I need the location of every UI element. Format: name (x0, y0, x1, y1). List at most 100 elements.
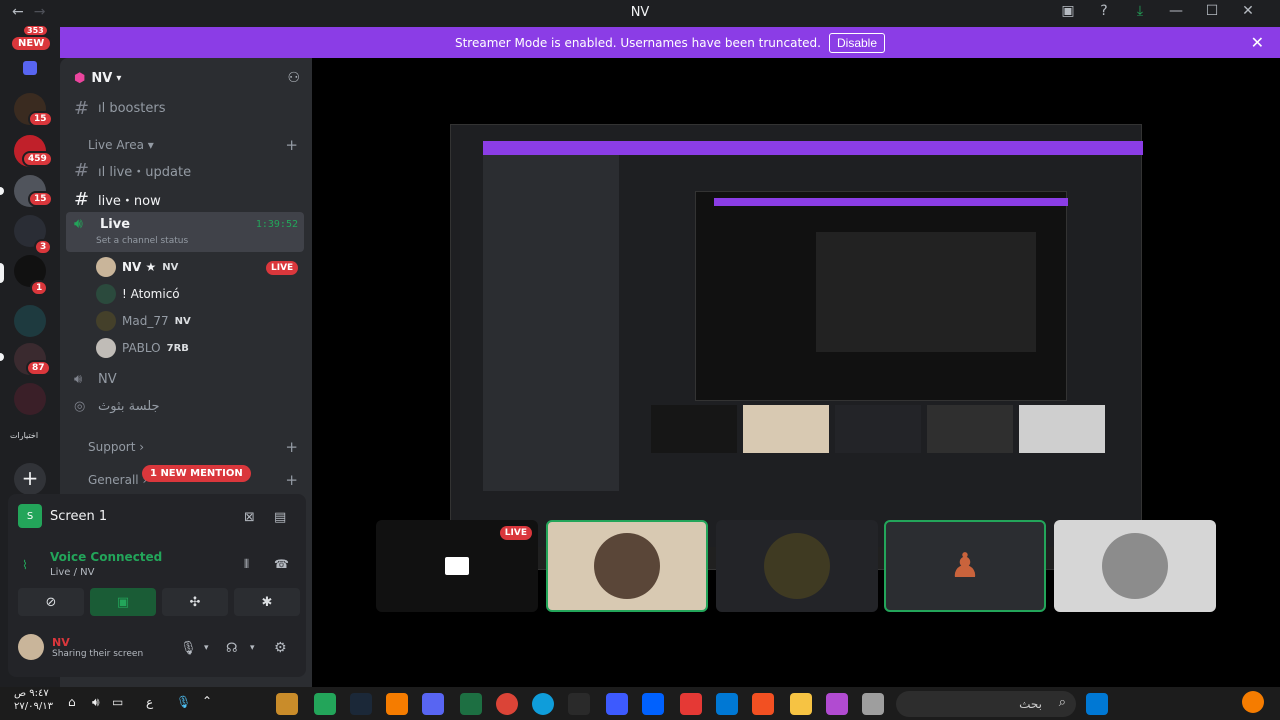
activities-button[interactable]: ✣ (162, 588, 228, 616)
language-indicator[interactable]: ع (146, 695, 153, 709)
camera-off-button[interactable]: ⊘ (18, 588, 84, 616)
app-icon[interactable] (276, 693, 298, 715)
hash-icon: # (74, 160, 90, 181)
server-icon[interactable] (14, 305, 46, 337)
signal-icon[interactable]: ⌇ (22, 558, 28, 572)
server-header[interactable]: ⬢ NV ▾ ⚇ (60, 58, 312, 98)
new-mention-badge[interactable]: 1 NEW MENTION (142, 465, 251, 482)
voice-user[interactable]: NV ★ NV (96, 257, 178, 277)
app-icon[interactable] (314, 693, 336, 715)
user-area[interactable]: ΝV Sharing their screen (18, 634, 143, 660)
participant-tile[interactable] (716, 520, 878, 612)
microphone-icon[interactable]: 🎙︎ (180, 641, 197, 656)
disable-button[interactable]: Disable (828, 32, 886, 53)
copilot-icon[interactable] (826, 693, 848, 715)
voice-connected[interactable]: Voice Connected (50, 550, 162, 564)
taskbar-search[interactable]: بحث ⌕ (896, 691, 1076, 717)
stop-stream-icon[interactable]: ⊠ (244, 510, 255, 525)
minimize-icon[interactable]: — (1158, 3, 1194, 19)
soundboard-button[interactable]: ✱ (234, 588, 300, 616)
voice-user[interactable]: Mad_77 NV (96, 311, 191, 331)
channel-boosters[interactable]: # ıl boosters (74, 98, 166, 119)
edge-icon[interactable] (532, 693, 554, 715)
category-support[interactable]: Support › (88, 440, 144, 454)
battery-icon[interactable]: ▭ (112, 695, 123, 709)
disconnect-icon[interactable]: ☎ (274, 557, 289, 571)
noise-suppression-icon[interactable]: ⫴ (244, 557, 249, 572)
app-icon[interactable] (862, 693, 884, 715)
close-window-icon[interactable]: ✕ (1230, 3, 1266, 19)
voice-channel-name: Live (100, 217, 131, 232)
volume-icon[interactable]: 🔊︎ (92, 695, 100, 710)
stream-stage[interactable]: LIVE ♟ (312, 58, 1280, 687)
voice-user[interactable]: ! Atomicó (96, 284, 180, 304)
home-dm-button[interactable]: 353 NEW (8, 24, 53, 52)
dropbox-icon[interactable] (642, 693, 664, 715)
close-banner-icon[interactable]: ✕ (1251, 33, 1264, 52)
voice-panel: S Screen 1 ⊠ ▤ ⌇ Voice Connected Live / … (8, 494, 306, 677)
soundboard-icon: ✱ (261, 594, 273, 610)
settings-gear-icon[interactable]: ⚙ (274, 640, 287, 656)
chevron-down-icon[interactable]: ▾ (250, 643, 255, 653)
screen-icon[interactable]: ▣ (1050, 3, 1086, 19)
participant-tile[interactable] (1054, 520, 1216, 612)
network-icon[interactable]: ⌂ (68, 695, 76, 709)
steam-icon[interactable] (350, 693, 372, 715)
start-button[interactable] (1086, 693, 1108, 715)
invite-people-icon[interactable]: ⚇ (287, 70, 300, 86)
maximize-icon[interactable]: ☐ (1194, 3, 1230, 19)
notification-icon[interactable] (1242, 691, 1264, 713)
camera-off-icon: ⊘ (45, 594, 57, 610)
forward-arrow-icon[interactable]: → (34, 4, 46, 20)
outlook-icon[interactable] (716, 693, 738, 715)
help-icon[interactable]: ? (1086, 3, 1122, 19)
nested-sidebar (483, 155, 619, 491)
add-channel-icon[interactable]: + (285, 471, 298, 489)
folder-icon[interactable] (23, 61, 37, 75)
shared-screen-preview[interactable] (450, 124, 1143, 570)
channel-live-now[interactable]: # live・now (74, 189, 161, 210)
popout-icon[interactable]: ▤ (274, 510, 286, 525)
epic-games-icon[interactable] (568, 693, 590, 715)
voice-user[interactable]: PABLO 7RB (96, 338, 189, 358)
excel-icon[interactable] (460, 693, 482, 715)
channel-status[interactable]: Set a channel status (96, 236, 188, 246)
file-explorer-icon[interactable] (790, 693, 812, 715)
chrome-icon[interactable] (496, 693, 518, 715)
chevron-down-icon[interactable]: ▾ (204, 643, 209, 653)
voice-channel-live[interactable]: 🔊︎ Live 1:39:52 Set a channel status (66, 212, 304, 252)
clock[interactable]: ٩:٤٧ ص ٢٧/٠٩/١٣ (14, 687, 53, 713)
headphones-icon[interactable]: ☊ (226, 641, 238, 656)
add-channel-icon[interactable]: + (285, 136, 298, 154)
avatar (96, 338, 116, 358)
voice-location[interactable]: Live / NV (50, 567, 94, 578)
add-server-icon[interactable]: + (14, 463, 46, 495)
category-general[interactable]: Generall › (88, 473, 147, 487)
user-name: ! Atomicó (122, 287, 180, 301)
user-name: PABLO (122, 341, 161, 355)
back-arrow-icon[interactable]: ← (12, 4, 24, 20)
screen-share-icon: S (18, 504, 42, 528)
chevron-up-icon[interactable]: ⌃ (202, 694, 212, 708)
clock-date: ٢٧/٠٩/١٣ (14, 701, 53, 712)
discord-icon[interactable] (422, 693, 444, 715)
server-label[interactable]: اختيارات (10, 431, 38, 440)
app-icon[interactable] (606, 693, 628, 715)
app-icon[interactable] (386, 693, 408, 715)
app-icon[interactable] (680, 693, 702, 715)
share-screen-button[interactable]: ▣ (90, 588, 156, 616)
server-icon[interactable] (14, 383, 46, 415)
banner-text: Streamer Mode is enabled. Usernames have… (454, 35, 821, 50)
stream-tile[interactable]: LIVE (376, 520, 538, 612)
voice-channel-nv[interactable]: 🔊︎ NV (74, 372, 117, 387)
add-channel-icon[interactable]: + (285, 438, 298, 456)
search-placeholder: بحث (1019, 697, 1042, 711)
stage-channel[interactable]: ◎ جلسة بثوث (74, 399, 160, 414)
channel-live-update[interactable]: # ıl live・update (74, 160, 191, 181)
download-icon[interactable]: ⤓ (1122, 3, 1158, 19)
participant-tile[interactable] (546, 520, 708, 612)
participant-tile[interactable]: ♟ (884, 520, 1046, 612)
store-icon[interactable] (752, 693, 774, 715)
category-live-area[interactable]: Live Area ▾ (88, 138, 154, 152)
microphone-icon[interactable]: 🎙︎ (176, 695, 191, 709)
